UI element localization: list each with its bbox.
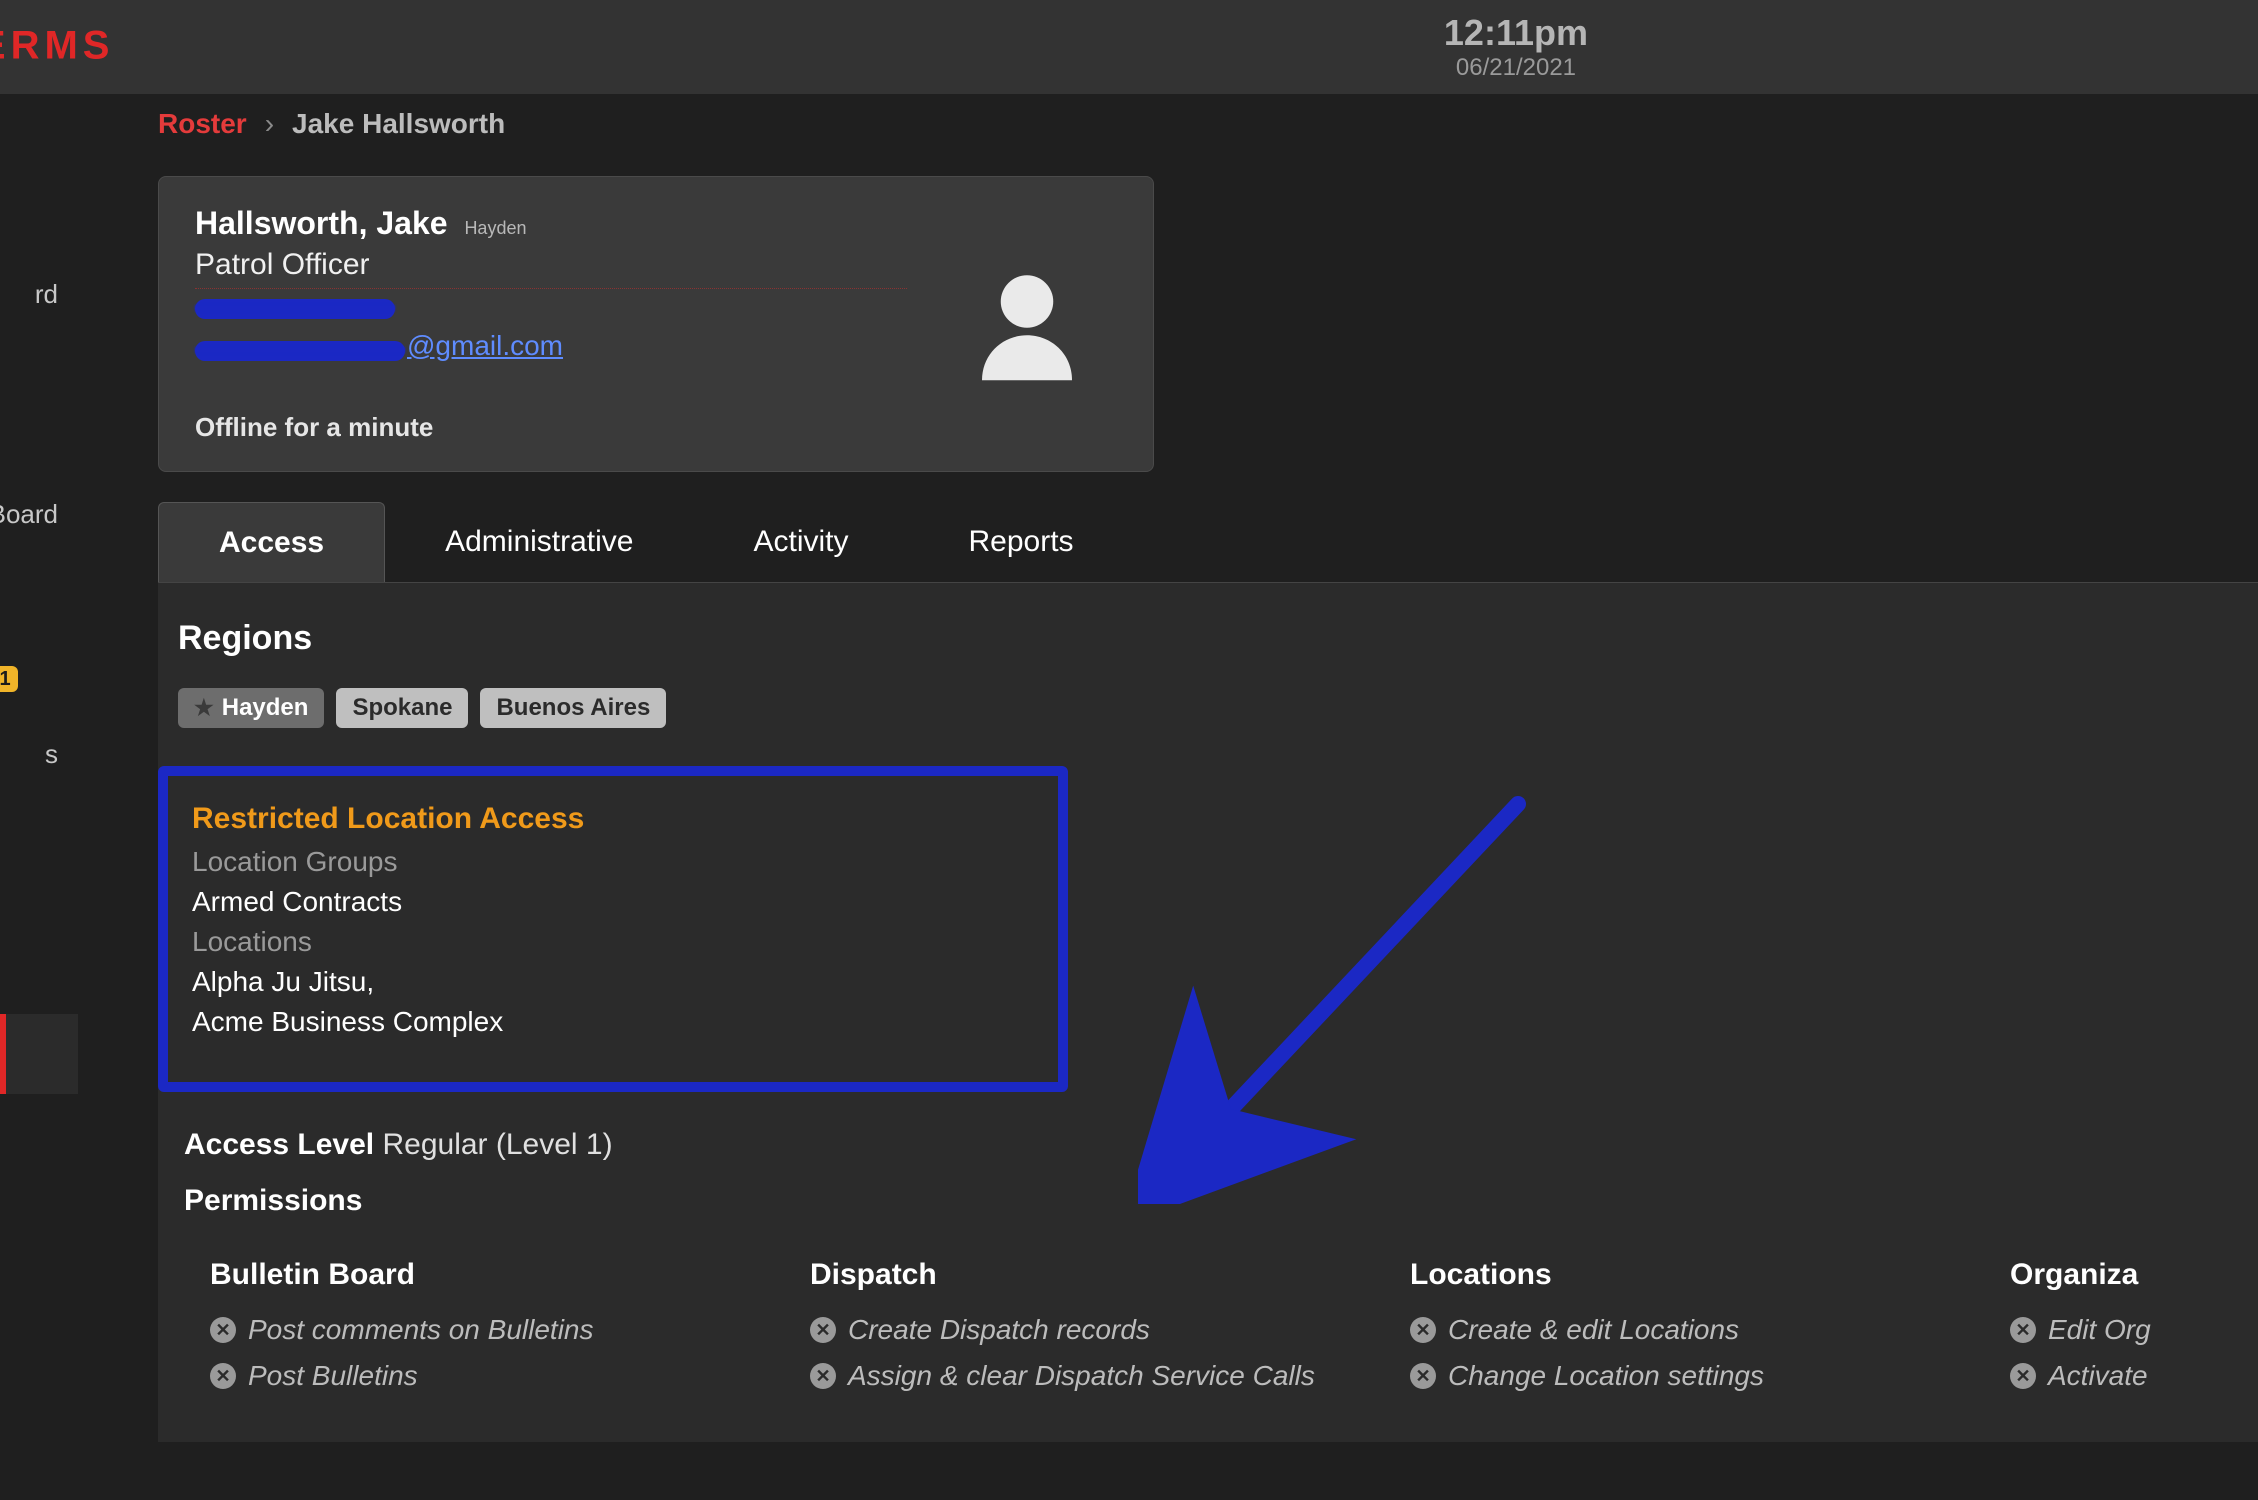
access-level: Access Level Regular (Level 1) (178, 1128, 2238, 1162)
restricted-locations-label: Locations (192, 926, 1034, 958)
region-chips: ★ Hayden Spokane Buenos Aires (178, 688, 2238, 728)
perm-col-locations: Locations Create & edit Locations Change… (1378, 1258, 1978, 1406)
perm-item: Activate (2010, 1360, 2238, 1392)
restricted-location: Acme Business Complex (192, 1006, 1034, 1038)
avatar (937, 205, 1117, 443)
restricted-group: Armed Contracts (192, 886, 1034, 918)
breadcrumb-leaf: Jake Hallsworth (292, 108, 505, 140)
restricted-access-box: Restricted Location Access Location Grou… (158, 766, 1068, 1092)
perm-item: Create Dispatch records (810, 1314, 1378, 1346)
redacted-phone (195, 299, 395, 319)
sidebar-item-4[interactable] (0, 1014, 78, 1094)
permissions-columns: Bulletin Board Post comments on Bulletin… (178, 1258, 2238, 1406)
disabled-icon (1410, 1363, 1436, 1389)
restricted-location: Alpha Ju Jitsu, (192, 966, 1034, 998)
sidebar-item-3[interactable]: 1 s (0, 714, 78, 794)
redacted-email-prefix (195, 341, 405, 361)
profile-card: Hallsworth, Jake Hayden Patrol Officer @… (158, 176, 1154, 472)
breadcrumb-root[interactable]: Roster (158, 108, 247, 140)
restricted-groups-label: Location Groups (192, 846, 1034, 878)
sidebar-item-1[interactable]: rd (0, 254, 78, 334)
perm-item: Post comments on Bulletins (210, 1314, 778, 1346)
header-date: 06/21/2021 (1444, 54, 1588, 82)
perm-item: Edit Org (2010, 1314, 2238, 1346)
sidebar: rd Board 1 s (0, 94, 78, 1500)
app-header: HERMS 12:11pm 06/21/2021 (0, 0, 2258, 94)
header-time: 12:11pm (1444, 12, 1588, 54)
main-content: Roster › Jake Hallsworth Hallsworth, Jak… (78, 94, 2258, 1500)
perm-col-bulletin: Bulletin Board Post comments on Bulletin… (178, 1258, 778, 1406)
perm-col-dispatch: Dispatch Create Dispatch records Assign … (778, 1258, 1378, 1406)
perm-item: Assign & clear Dispatch Service Calls (810, 1360, 1378, 1392)
tab-access[interactable]: Access (158, 502, 385, 582)
tab-administrative[interactable]: Administrative (385, 502, 693, 582)
region-chip[interactable]: Spokane (336, 688, 468, 728)
sidebar-item-2[interactable]: Board (0, 474, 78, 554)
permissions-title: Permissions (178, 1184, 2238, 1218)
profile-info: Hallsworth, Jake Hayden Patrol Officer @… (195, 205, 907, 443)
disabled-icon (2010, 1363, 2036, 1389)
region-chip-primary[interactable]: ★ Hayden (178, 688, 324, 728)
user-icon (967, 264, 1087, 384)
svg-text:HERMS: HERMS (0, 24, 114, 68)
star-icon: ★ (194, 695, 214, 721)
chevron-right-icon: › (265, 108, 274, 140)
breadcrumb: Roster › Jake Hallsworth (158, 108, 2258, 140)
disabled-icon (2010, 1317, 2036, 1343)
region-chip[interactable]: Buenos Aires (480, 688, 666, 728)
perm-col-organization: Organiza Edit Org Activate (1978, 1258, 2238, 1406)
disabled-icon (810, 1317, 836, 1343)
disabled-icon (810, 1363, 836, 1389)
regions-title: Regions (178, 619, 2238, 658)
perm-item: Change Location settings (1410, 1360, 1978, 1392)
profile-role: Patrol Officer (195, 248, 907, 282)
disabled-icon (210, 1317, 236, 1343)
perm-item: Create & edit Locations (1410, 1314, 1978, 1346)
header-datetime: 12:11pm 06/21/2021 (1444, 12, 1588, 82)
access-panel: Regions ★ Hayden Spokane Buenos Aires Re… (158, 582, 2258, 1442)
perm-item: Post Bulletins (210, 1360, 778, 1392)
profile-email[interactable]: @gmail.com (407, 330, 563, 361)
disabled-icon (210, 1363, 236, 1389)
tab-reports[interactable]: Reports (909, 502, 1134, 582)
profile-tabs: Access Administrative Activity Reports (158, 502, 2258, 582)
profile-name: Hallsworth, Jake Hayden (195, 205, 907, 242)
sidebar-badge: 1 (0, 666, 18, 692)
profile-status: Offline for a minute (195, 412, 907, 443)
app-logo: HERMS (0, 0, 300, 94)
disabled-icon (1410, 1317, 1436, 1343)
restricted-title: Restricted Location Access (192, 802, 1034, 836)
tab-activity[interactable]: Activity (694, 502, 909, 582)
